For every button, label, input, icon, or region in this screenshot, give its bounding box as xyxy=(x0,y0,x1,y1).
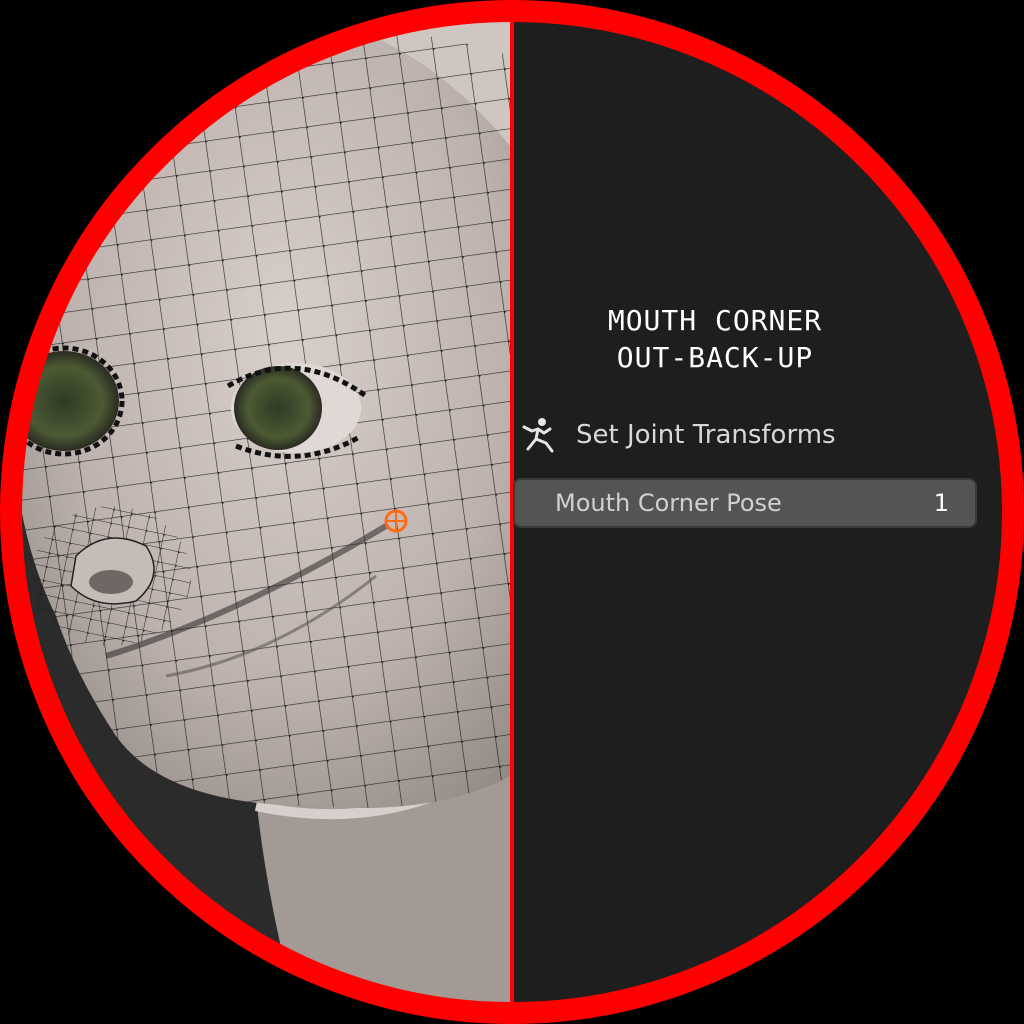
mouth-corner-pose-field[interactable]: Mouth Corner Pose 1 xyxy=(513,478,977,528)
pose-title-line2: OUT-BACK-UP xyxy=(616,341,814,374)
running-figure-icon xyxy=(522,418,554,453)
operator-label: Set Joint Transforms xyxy=(576,420,836,450)
face-mesh-render xyxy=(16,16,510,1008)
field-label: Mouth Corner Pose xyxy=(555,489,782,517)
circular-frame: MOUTH CORNER OUT-BACK-UP Set Joint Trans… xyxy=(0,0,1024,1024)
pose-title-line1: MOUTH CORNER xyxy=(607,304,823,337)
set-joint-transforms-operator[interactable]: Set Joint Transforms xyxy=(518,410,836,460)
3d-viewport[interactable] xyxy=(16,16,510,1008)
field-value: 1 xyxy=(933,489,949,517)
